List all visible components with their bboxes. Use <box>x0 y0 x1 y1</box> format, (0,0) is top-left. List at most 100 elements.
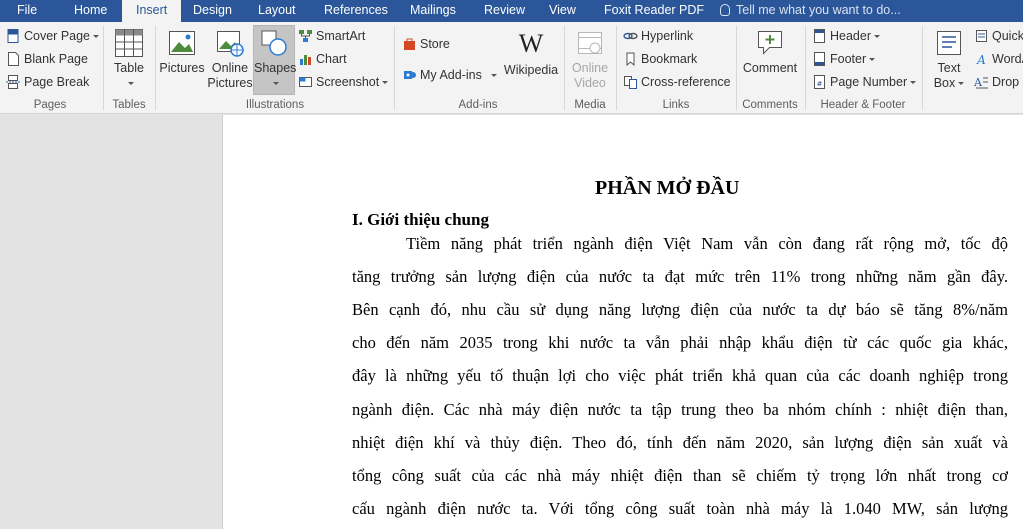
paragraph-line: Tiềm năng phát triển ngành điện Việt Nam… <box>406 234 1008 253</box>
wikipedia-icon: W <box>518 29 544 58</box>
blank-page-button[interactable]: Blank Page <box>6 49 88 69</box>
chevron-down-icon <box>93 35 100 38</box>
tab-file[interactable]: File <box>17 0 37 22</box>
group-label-illustrations: Illustrations <box>245 99 305 111</box>
paragraph-line: tăng trưởng sản lượng điện của nước ta đ… <box>352 267 1008 286</box>
group-label-header-footer: Header & Footer <box>820 99 906 111</box>
comment-label: Comment <box>742 61 798 75</box>
chevron-down-icon <box>382 81 389 84</box>
tell-me-search[interactable]: Tell me what you want to do... <box>720 0 901 22</box>
tab-view[interactable]: View <box>549 0 576 22</box>
screenshot-label: Screenshot <box>316 75 380 89</box>
lightbulb-icon <box>720 4 730 16</box>
blank-page-icon <box>8 52 19 66</box>
hyperlink-button[interactable]: Hyperlink <box>623 26 693 46</box>
online-video-button[interactable]: Online Video <box>568 28 612 91</box>
document-page[interactable]: PHẦN MỞ ĐẦU I. Giới thiệu chung Tiềm năn… <box>222 115 1023 529</box>
page-number-icon: # <box>814 75 825 89</box>
cross-reference-icon <box>624 76 637 89</box>
store-icon <box>404 38 415 50</box>
tab-home[interactable]: Home <box>74 0 107 22</box>
page-number-label: Page Number <box>830 75 908 89</box>
shapes-icon <box>261 30 287 56</box>
chart-label: Chart <box>316 52 347 66</box>
group-label-media: Media <box>574 99 606 111</box>
smartart-button[interactable]: SmartArt <box>298 26 365 46</box>
paragraph-line: cho đến năm 2035 trong khi nước ta vẫn p… <box>352 333 1008 352</box>
svg-text:A: A <box>976 53 986 66</box>
online-pictures-label-2: Pictures <box>207 76 253 90</box>
online-video-label-1: Online <box>571 61 609 75</box>
group-label-comments: Comments <box>742 99 798 111</box>
group-separator <box>616 26 617 110</box>
chart-button[interactable]: Chart <box>298 49 347 69</box>
shapes-label: Shapes <box>254 61 297 75</box>
page-break-icon <box>6 75 21 89</box>
tab-review[interactable]: Review <box>484 0 525 22</box>
tab-layout[interactable]: Layout <box>258 0 296 22</box>
group-label-pages: Pages <box>33 99 67 111</box>
svg-text:A: A <box>974 76 983 89</box>
tab-design[interactable]: Design <box>193 0 232 22</box>
bookmark-icon <box>626 52 635 66</box>
ribbon-insert: Cover Page Blank Page Page Break Pages T… <box>0 22 1023 114</box>
cover-page-button[interactable]: Cover Page <box>6 26 100 46</box>
group-separator <box>922 26 923 110</box>
chevron-down-icon <box>272 82 279 85</box>
wikipedia-button[interactable]: W Wikipedia <box>503 30 559 78</box>
footer-button[interactable]: Footer <box>812 49 876 69</box>
page-number-button[interactable]: # Page Number <box>812 72 917 92</box>
paragraph-line: tổng công suất của các nhà máy nhiệt điệ… <box>352 466 1008 485</box>
pictures-label: Pictures <box>159 61 205 75</box>
pictures-icon <box>169 31 195 55</box>
drop-cap-button[interactable]: A Drop <box>974 72 1019 92</box>
paragraph-line: Bên cạnh đó, nhu cầu sử dụng năng lượng … <box>352 300 1008 319</box>
group-separator <box>736 26 737 110</box>
document-title: PHẦN MỞ ĐẦU <box>595 177 740 199</box>
group-label-tables: Tables <box>112 99 146 111</box>
online-pictures-label-1: Online <box>211 61 249 75</box>
group-separator <box>805 26 806 110</box>
page-break-label: Page Break <box>24 75 90 89</box>
wikipedia-label: Wikipedia <box>503 63 559 77</box>
text-box-button[interactable]: Text Box <box>929 28 969 91</box>
bookmark-button[interactable]: Bookmark <box>623 49 697 69</box>
cross-reference-button[interactable]: Cross-reference <box>623 72 731 92</box>
shapes-button[interactable]: Shapes <box>253 25 297 95</box>
chevron-down-icon <box>874 35 880 38</box>
new-comment-button[interactable]: Comment <box>741 28 799 76</box>
paragraph-line: ngành điện. Các nhà máy điện nước ta tập… <box>352 400 1008 419</box>
chevron-down-icon <box>127 82 134 85</box>
header-button[interactable]: Header <box>812 26 880 46</box>
tab-references[interactable]: References <box>324 0 388 22</box>
quick-parts-button[interactable]: Quick <box>974 26 1023 46</box>
chevron-down-icon <box>869 58 876 61</box>
quick-parts-label: Quick <box>992 29 1023 43</box>
store-button[interactable]: Store <box>402 34 450 54</box>
quick-parts-icon <box>976 30 987 42</box>
wordart-button[interactable]: A WordA <box>974 49 1023 69</box>
wordart-label: WordA <box>992 52 1023 66</box>
screenshot-button[interactable]: Screenshot <box>298 72 389 92</box>
screenshot-icon <box>299 77 312 87</box>
pictures-button[interactable]: Pictures <box>159 28 205 76</box>
ribbon-tab-bar: File Home Insert Design Layout Reference… <box>0 0 1023 22</box>
hyperlink-label: Hyperlink <box>641 29 694 43</box>
cover-page-label: Cover Page <box>24 29 91 43</box>
table-button[interactable]: Table <box>109 28 149 91</box>
tab-mailings[interactable]: Mailings <box>410 0 456 22</box>
bookmark-label: Bookmark <box>641 52 698 66</box>
my-addins-button[interactable]: My Add-ins <box>402 65 497 85</box>
chevron-down-icon <box>958 82 965 85</box>
wordart-icon: A <box>976 53 986 66</box>
table-icon <box>115 29 143 57</box>
group-label-links: Links <box>662 99 690 111</box>
tab-insert[interactable]: Insert <box>122 0 182 22</box>
my-addins-icon <box>404 71 416 79</box>
paragraph-line: đây là những yếu tố thuận lợi cho việc p… <box>352 366 1008 385</box>
online-pictures-button[interactable]: Online Pictures <box>206 28 254 91</box>
online-video-label-2: Video <box>574 76 606 90</box>
footer-label: Footer <box>830 52 867 66</box>
page-break-button[interactable]: Page Break <box>6 72 89 92</box>
tab-foxit-reader-pdf[interactable]: Foxit Reader PDF <box>604 0 704 22</box>
